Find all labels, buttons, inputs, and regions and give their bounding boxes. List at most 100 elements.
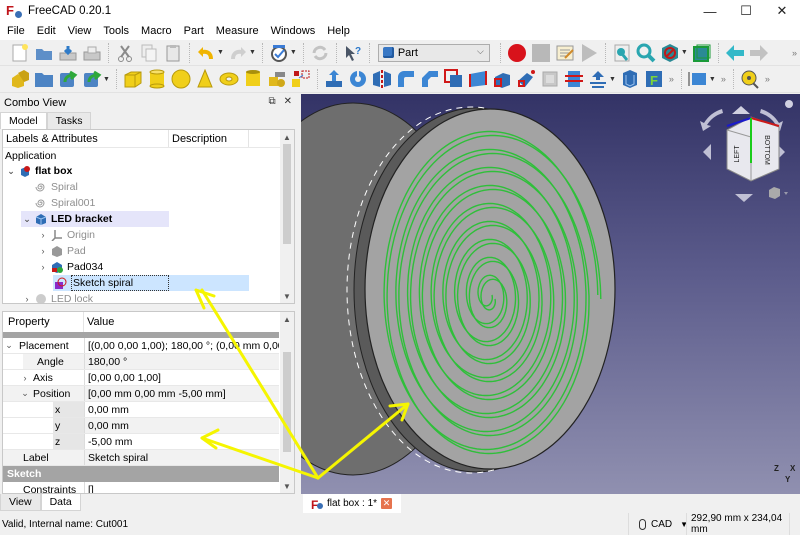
group-button[interactable] <box>34 69 54 89</box>
view-menu-cube-icon[interactable] <box>769 187 780 199</box>
chevron-down-icon[interactable]: ⌄ <box>21 214 33 225</box>
view-box-dropdown[interactable]: ▼ <box>709 76 716 83</box>
scroll-down-icon[interactable]: ▼ <box>280 479 294 493</box>
tab-tasks[interactable]: Tasks <box>46 112 92 129</box>
tree-item-led-lock[interactable]: › LED lock <box>21 291 93 303</box>
property-value[interactable]: -5,00 mm <box>85 434 279 449</box>
cone-button[interactable] <box>195 69 215 89</box>
toolbar-overflow-button[interactable]: » <box>765 74 770 84</box>
whats-this-button[interactable]: ? <box>343 43 363 63</box>
link-actions-button[interactable] <box>82 69 102 89</box>
tree-scrollbar[interactable]: ▲ ▼ <box>280 130 294 303</box>
maximize-button[interactable]: ☐ <box>728 0 764 22</box>
property-value[interactable]: 180,00 ° <box>85 354 279 369</box>
draw-style-button[interactable] <box>660 43 680 63</box>
cross-sections-button[interactable] <box>564 69 584 89</box>
nav-back-button[interactable] <box>725 43 745 63</box>
workbench-selector[interactable]: Part ⌵ <box>377 43 490 62</box>
macro-stop-button[interactable] <box>531 43 551 63</box>
cylinder-button[interactable] <box>147 69 167 89</box>
column-labels-attributes[interactable]: Labels & Attributes <box>3 130 169 147</box>
navigation-style-selector[interactable]: CAD ▼ <box>628 513 688 535</box>
paste-button[interactable] <box>163 43 183 63</box>
offset-dropdown[interactable]: ▼ <box>609 76 616 83</box>
navcube-face-bottom[interactable]: BOTTOM <box>763 135 770 165</box>
view-fit-selection-button[interactable] <box>636 43 656 63</box>
nav-menu-dot-icon[interactable] <box>785 100 793 108</box>
column-description[interactable]: Description <box>169 130 249 147</box>
property-value[interactable]: Sketch spiral <box>85 450 279 465</box>
document-tab-flat-box[interactable]: F flat box : 1* ✕ <box>303 494 401 513</box>
column-property[interactable]: Property <box>3 312 84 332</box>
property-scrollbar[interactable]: ▲ ▼ <box>280 312 294 493</box>
menu-part[interactable]: Part <box>179 25 209 37</box>
shape-builder-button[interactable] <box>291 69 311 89</box>
open-button[interactable] <box>34 43 54 63</box>
tree-item-spiral001[interactable]: Spiral001 <box>33 195 95 211</box>
torus-button[interactable] <box>219 69 239 89</box>
property-value[interactable]: [(0,00 0,00 1,00); 180,00 °; (0,00 mm 0,… <box>85 338 279 353</box>
tree-item-pad[interactable]: › Pad <box>37 243 86 259</box>
sphere-button[interactable] <box>171 69 191 89</box>
nav-forward-button[interactable] <box>749 43 769 63</box>
menu-measure[interactable]: Measure <box>211 25 264 37</box>
rotate-left-icon[interactable] <box>700 109 723 131</box>
tree-item-flat-box[interactable]: ⌄ flat box <box>5 163 72 179</box>
thickness-button[interactable] <box>620 69 640 89</box>
chevron-down-icon[interactable]: ⌄ <box>5 166 17 177</box>
ruled-surface-button[interactable] <box>468 69 488 89</box>
tube-button[interactable] <box>243 69 263 89</box>
part-button[interactable] <box>10 69 30 89</box>
property-value[interactable]: [0,00 mm 0,00 mm -5,00 mm] <box>85 386 279 401</box>
property-value[interactable]: [] <box>85 482 279 494</box>
close-tab-button[interactable]: ✕ <box>381 498 393 509</box>
chevron-right-icon[interactable]: › <box>37 230 49 240</box>
view-box-button[interactable] <box>688 69 708 89</box>
macro-run-button[interactable] <box>579 43 599 63</box>
tab-view[interactable]: View <box>0 494 41 511</box>
chevron-right-icon[interactable]: › <box>37 262 49 272</box>
draw-style-dropdown[interactable]: ▼ <box>681 49 688 56</box>
column-value[interactable]: Value <box>84 316 114 328</box>
nav-arrow-up-icon[interactable] <box>732 106 750 114</box>
redo-button[interactable] <box>228 43 248 63</box>
sweep-button[interactable] <box>516 69 536 89</box>
undo-button[interactable] <box>196 43 216 63</box>
measure-button[interactable] <box>740 69 760 89</box>
property-value[interactable]: [0,00 0,00 1,00] <box>85 370 279 385</box>
group-sketch[interactable]: Sketch <box>3 466 279 482</box>
link-actions-dropdown[interactable]: ▼ <box>103 76 110 83</box>
bounding-box-button[interactable] <box>692 43 712 63</box>
chevron-right-icon[interactable]: › <box>21 294 33 303</box>
primitives-button[interactable] <box>267 69 287 89</box>
fillet-button[interactable] <box>396 69 416 89</box>
3d-viewport[interactable]: LEFT BOTTOM Z X Y <box>301 94 800 494</box>
tree-item-spiral[interactable]: Spiral <box>33 179 78 195</box>
menu-file[interactable]: File <box>2 25 30 37</box>
chevron-down-icon[interactable]: ⌄ <box>3 340 15 351</box>
copy-button[interactable] <box>139 43 159 63</box>
scrollbar-thumb[interactable] <box>283 352 291 452</box>
property-value[interactable]: 0,00 mm <box>85 418 279 433</box>
close-button[interactable]: ✕ <box>764 0 800 22</box>
minimize-button[interactable]: — <box>692 0 728 22</box>
property-row-y[interactable]: y 0,00 mm <box>3 418 279 434</box>
property-value[interactable]: 0,00 mm <box>85 402 279 417</box>
navcube-face-left[interactable]: LEFT <box>734 145 741 163</box>
property-row-label[interactable]: Label Sketch spiral <box>3 450 279 466</box>
property-row-z[interactable]: z -5,00 mm <box>3 434 279 450</box>
scroll-up-icon[interactable]: ▲ <box>280 312 294 326</box>
menu-macro[interactable]: Macro <box>136 25 177 37</box>
macro-edit-button[interactable] <box>555 43 575 63</box>
property-row-angle[interactable]: Angle 180,00 ° <box>3 354 279 370</box>
property-row-x[interactable]: x 0,00 mm <box>3 402 279 418</box>
revolve-button[interactable] <box>348 69 368 89</box>
navigation-cube[interactable]: LEFT BOTTOM <box>689 94 800 214</box>
float-panel-button[interactable]: ⧉ <box>268 96 275 107</box>
chevron-right-icon[interactable]: › <box>19 373 31 383</box>
menu-edit[interactable]: Edit <box>32 25 61 37</box>
chevron-down-icon[interactable]: ⌄ <box>19 388 31 399</box>
menu-tools[interactable]: Tools <box>98 25 134 37</box>
property-row-position[interactable]: ⌄ Position [0,00 mm 0,00 mm -5,00 mm] <box>3 386 279 402</box>
scroll-down-icon[interactable]: ▼ <box>280 289 294 303</box>
